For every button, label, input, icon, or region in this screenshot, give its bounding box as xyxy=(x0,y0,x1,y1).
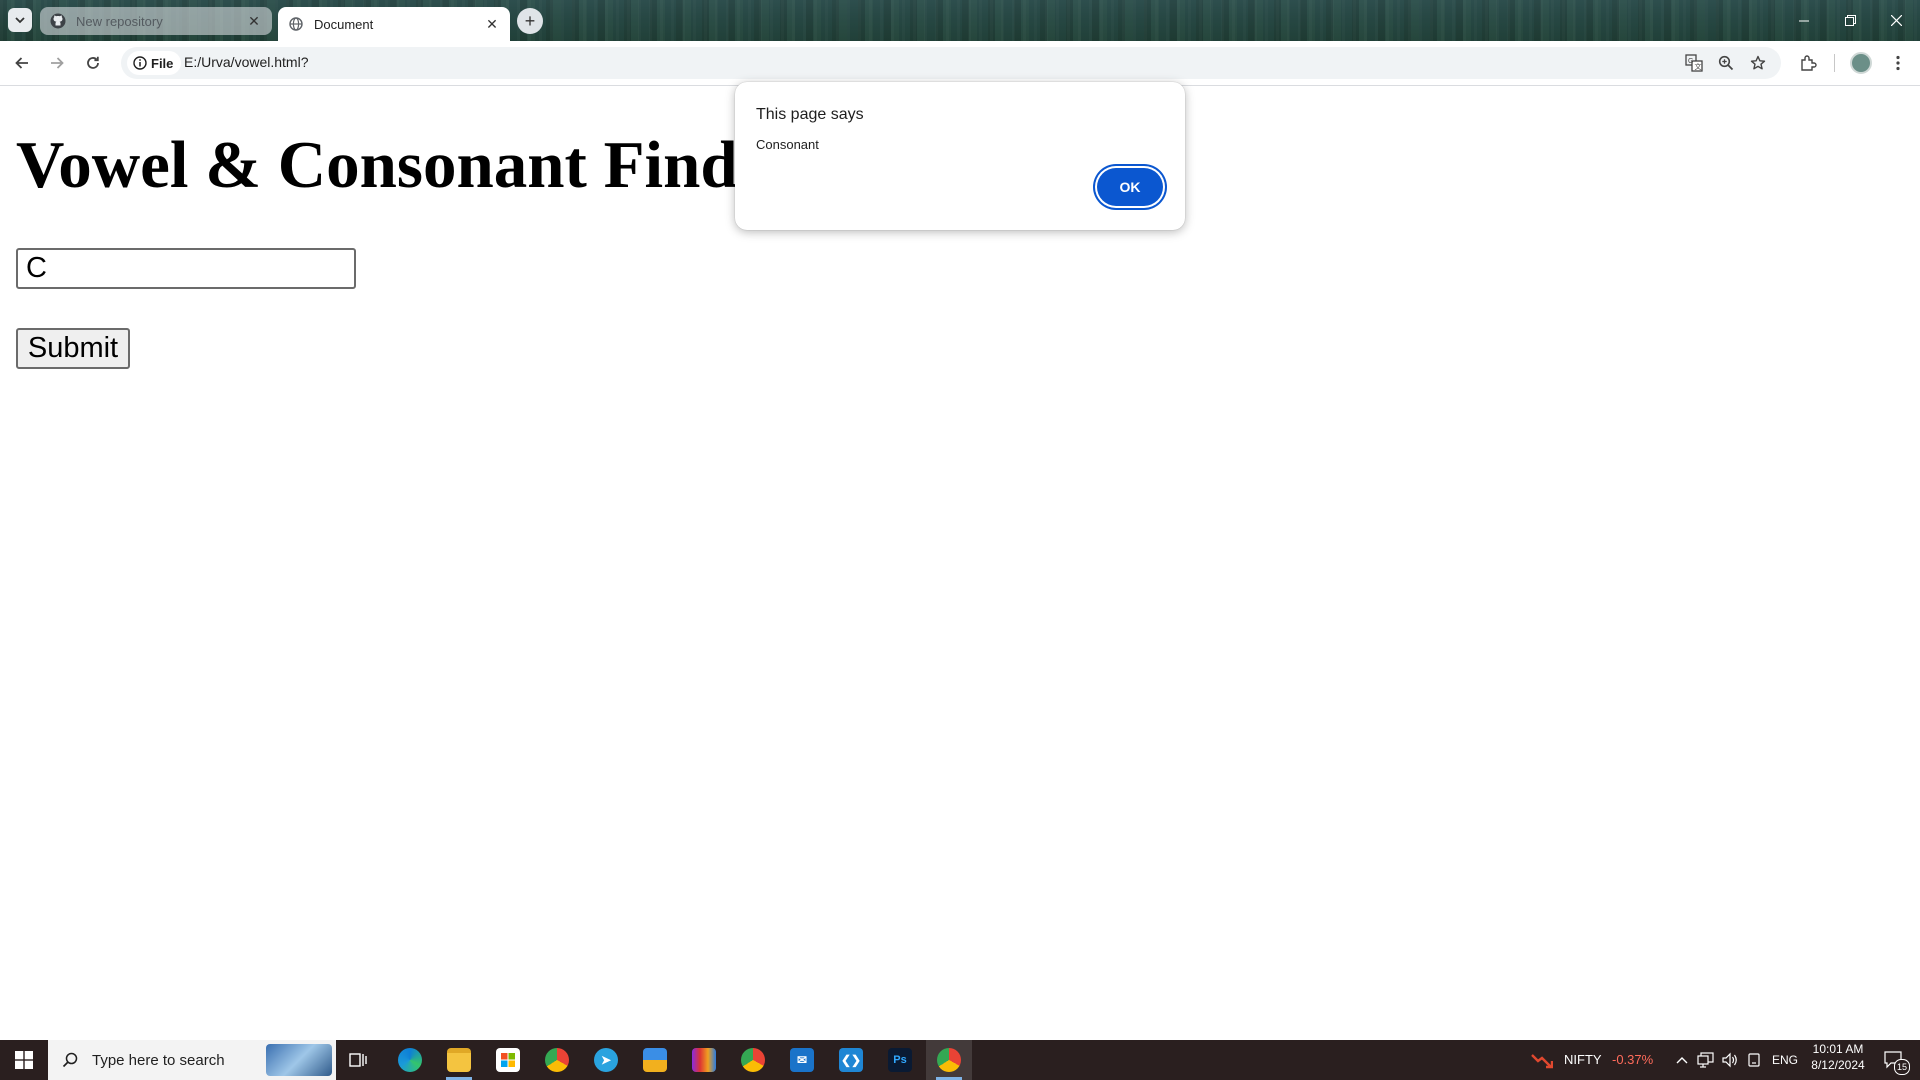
taskbar-edge[interactable] xyxy=(387,1040,433,1080)
edge-icon xyxy=(398,1048,422,1072)
search-highlight-image xyxy=(266,1044,332,1076)
tab-document[interactable]: Document ✕ xyxy=(278,7,510,41)
chrome-icon xyxy=(545,1048,569,1072)
taskbar-store[interactable] xyxy=(485,1040,531,1080)
plus-icon: + xyxy=(524,11,536,31)
chevron-down-icon xyxy=(15,17,25,24)
zoom-icon[interactable] xyxy=(1715,52,1737,74)
close-icon[interactable]: ✕ xyxy=(246,13,262,29)
mail-icon: ✉ xyxy=(790,1048,814,1072)
close-window-button[interactable] xyxy=(1873,0,1919,41)
alert-message: Consonant xyxy=(756,137,819,152)
forward-arrow-icon xyxy=(51,57,64,69)
alert-title: This page says xyxy=(756,106,864,123)
telegram-icon: ➤ xyxy=(594,1048,618,1072)
taskbar-vscode[interactable]: ❮❯ xyxy=(828,1040,874,1080)
close-icon xyxy=(1890,15,1902,26)
notification-count-badge: 15 xyxy=(1894,1059,1910,1075)
profile-button[interactable] xyxy=(1848,50,1874,76)
archive-icon xyxy=(692,1048,716,1072)
task-view-button[interactable] xyxy=(336,1040,382,1080)
windows-taskbar: Type here to search ➤ ✉ ❮❯ Ps NIFTY -0.3… xyxy=(0,1040,1920,1080)
taskbar-telegram[interactable]: ➤ xyxy=(583,1040,629,1080)
address-bar[interactable]: File E:/Urva/vowel.html? G文 xyxy=(121,47,1781,79)
taskbar-chrome[interactable] xyxy=(730,1040,776,1080)
language-indicator[interactable]: ENG xyxy=(1772,1053,1798,1067)
globe-icon xyxy=(288,16,304,32)
chrome-icon xyxy=(741,1048,765,1072)
taskbar-mail[interactable]: ✉ xyxy=(779,1040,825,1080)
svg-text:文: 文 xyxy=(1695,62,1702,71)
windows-logo-icon xyxy=(15,1051,33,1069)
tab-title: Document xyxy=(314,16,374,32)
site-info-chip[interactable]: File xyxy=(127,51,182,75)
forward-button[interactable] xyxy=(44,50,70,76)
alert-dialog: This page says Consonant OK xyxy=(735,82,1185,230)
restore-icon xyxy=(1844,15,1856,26)
tab-new-repository[interactable]: New repository ✕ xyxy=(40,7,272,35)
back-arrow-icon xyxy=(15,57,28,69)
device-icon[interactable] xyxy=(1744,1050,1764,1070)
taskbar-search[interactable]: Type here to search xyxy=(48,1040,336,1080)
puzzle-icon xyxy=(1801,55,1817,71)
svg-text:G: G xyxy=(1688,58,1693,65)
vscode-icon: ❮❯ xyxy=(839,1048,863,1072)
url-text[interactable]: E:/Urva/vowel.html? xyxy=(184,54,308,70)
new-tab-button[interactable]: + xyxy=(517,8,543,34)
store-icon xyxy=(496,1048,520,1072)
restore-button[interactable] xyxy=(1827,0,1873,41)
site-info-label: File xyxy=(151,55,174,71)
taskbar-chrome-active[interactable] xyxy=(926,1040,972,1080)
clock[interactable]: 10:01 AM 8/12/2024 xyxy=(1808,1042,1868,1072)
clock-date: 8/12/2024 xyxy=(1811,1058,1865,1072)
folder-icon xyxy=(447,1048,471,1072)
reload-button[interactable] xyxy=(80,50,106,76)
close-icon[interactable]: ✕ xyxy=(484,16,500,32)
menu-button[interactable] xyxy=(1885,50,1911,76)
notification-center-button[interactable]: 15 xyxy=(1882,1050,1910,1075)
search-icon xyxy=(62,1052,78,1068)
ok-button[interactable]: OK xyxy=(1097,168,1163,206)
stock-chart-icon[interactable] xyxy=(1530,1050,1554,1070)
bookmark-star-icon[interactable] xyxy=(1747,52,1769,74)
taskbar-photoshop[interactable]: Ps xyxy=(877,1040,923,1080)
reload-icon xyxy=(87,56,99,69)
taskbar-file-explorer[interactable] xyxy=(436,1040,482,1080)
minimize-button[interactable] xyxy=(1781,0,1827,41)
ticker-change: -0.37% xyxy=(1612,1052,1654,1067)
start-button[interactable] xyxy=(0,1040,48,1080)
search-placeholder: Type here to search xyxy=(92,1051,225,1069)
page-title: Vowel & Consonant Finder xyxy=(16,128,798,202)
kebab-menu-icon xyxy=(1896,55,1900,71)
browser-toolbar: File E:/Urva/vowel.html? G文 xyxy=(0,41,1920,86)
github-icon xyxy=(50,13,66,29)
chrome-icon xyxy=(937,1048,961,1072)
taskbar-app-blue[interactable] xyxy=(632,1040,678,1080)
browser-tab-strip: New repository ✕ Document ✕ + xyxy=(0,0,1920,41)
toolbar-separator xyxy=(1834,54,1835,72)
ticker-name[interactable]: NIFTY xyxy=(1564,1052,1602,1067)
task-view-icon xyxy=(349,1053,367,1067)
translate-icon[interactable]: G文 xyxy=(1683,52,1705,74)
network-icon[interactable] xyxy=(1696,1050,1716,1070)
taskbar-winrar[interactable] xyxy=(681,1040,727,1080)
info-icon xyxy=(133,56,147,70)
back-button[interactable] xyxy=(9,50,35,76)
minimize-icon xyxy=(1799,20,1809,21)
taskbar-chrome-profile[interactable] xyxy=(534,1040,580,1080)
tab-title: New repository xyxy=(76,13,163,29)
letter-input[interactable] xyxy=(16,248,356,289)
app-icon xyxy=(643,1048,667,1072)
avatar xyxy=(1850,52,1872,74)
submit-button[interactable]: Submit xyxy=(16,328,130,369)
photoshop-icon: Ps xyxy=(888,1048,912,1072)
tab-search-button[interactable] xyxy=(8,8,32,32)
chevron-up-icon[interactable] xyxy=(1672,1050,1692,1070)
clock-time: 10:01 AM xyxy=(1812,1042,1864,1056)
volume-icon[interactable] xyxy=(1720,1050,1740,1070)
extensions-button[interactable] xyxy=(1795,50,1821,76)
